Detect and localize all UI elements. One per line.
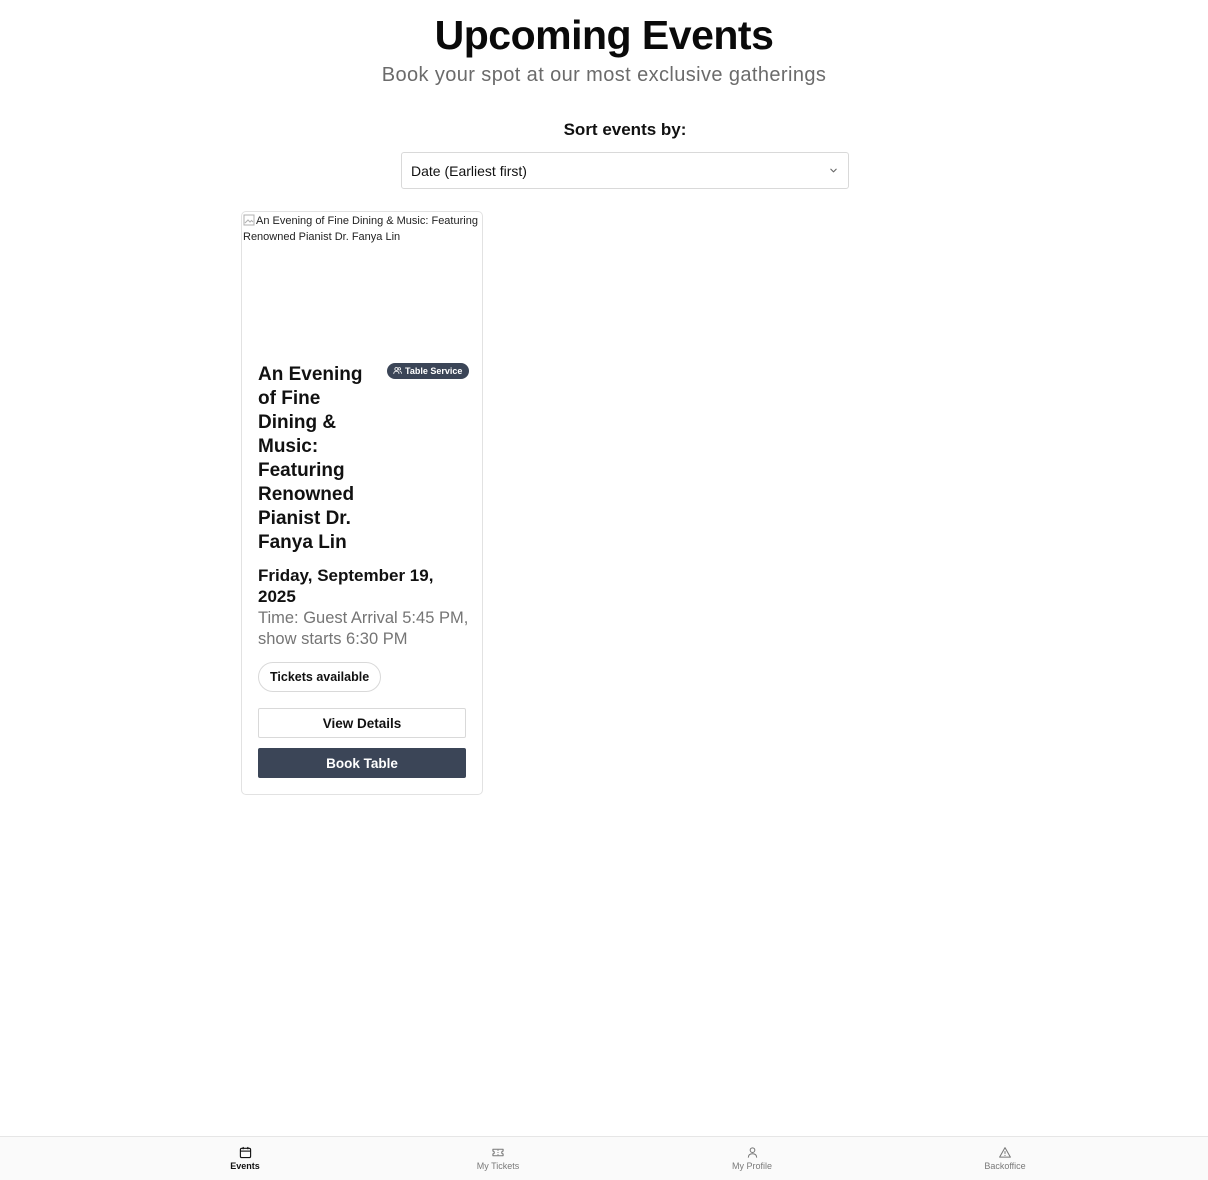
nav-label-my-tickets: My Tickets xyxy=(476,1161,520,1171)
user-icon xyxy=(745,1145,759,1159)
sort-selected-value: Date (Earliest first) xyxy=(411,162,527,179)
bottom-nav: Events My Tickets My Profile Backoffice xyxy=(0,1136,1208,1180)
table-service-badge: Table Service xyxy=(387,363,470,379)
nav-label-events: Events xyxy=(230,1161,260,1171)
book-table-button[interactable]: Book Table xyxy=(258,748,466,778)
warning-triangle-icon xyxy=(998,1145,1012,1159)
sort-label: Sort events by: xyxy=(563,120,687,139)
badge-label: Table Service xyxy=(405,366,463,376)
nav-label-my-profile: My Profile xyxy=(731,1161,772,1171)
event-time: Time: Guest Arrival 5:45 PM, show starts… xyxy=(258,609,469,648)
calendar-icon xyxy=(238,1145,252,1159)
nav-item-my-profile[interactable]: My Profile xyxy=(692,1145,812,1171)
page-title: Upcoming Events xyxy=(434,12,774,58)
nav-item-backoffice[interactable]: Backoffice xyxy=(945,1145,1065,1171)
event-title: An Evening of Fine Dining & Music: Featu… xyxy=(258,364,363,553)
nav-item-my-tickets[interactable]: My Tickets xyxy=(438,1145,558,1171)
view-details-button[interactable]: View Details xyxy=(258,708,466,738)
sort-select[interactable]: Date (Earliest first) xyxy=(401,152,849,189)
page-subtitle: Book your spot at our most exclusive gat… xyxy=(381,64,827,86)
nav-label-backoffice: Backoffice xyxy=(984,1161,1026,1171)
nav-item-events[interactable]: Events xyxy=(185,1145,305,1171)
event-image-alt: An Evening of Fine Dining & Music: Featu… xyxy=(243,215,478,243)
event-image: An Evening of Fine Dining & Music: Featu… xyxy=(242,212,482,350)
event-card: An Evening of Fine Dining & Music: Featu… xyxy=(241,211,483,795)
broken-image-icon xyxy=(243,214,255,226)
chevron-down-icon xyxy=(827,165,839,177)
availability-status: Tickets available xyxy=(258,662,382,692)
ticket-icon xyxy=(491,1145,505,1159)
users-icon xyxy=(393,366,402,377)
event-date: Friday, September 19, 2025 xyxy=(258,566,434,606)
